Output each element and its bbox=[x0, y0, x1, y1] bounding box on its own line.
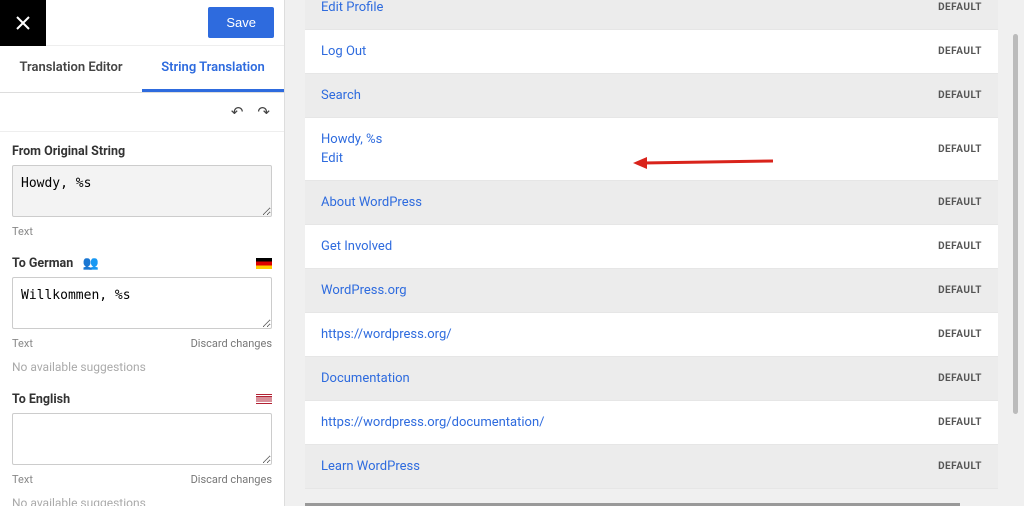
german-discard[interactable]: Discard changes bbox=[191, 337, 272, 350]
string-link[interactable]: WordPress.org bbox=[321, 283, 407, 298]
domain-badge: DEFAULT bbox=[938, 90, 982, 101]
collaborators-icon[interactable]: 👥 bbox=[82, 256, 98, 271]
vertical-scrollbar[interactable] bbox=[1013, 34, 1018, 414]
string-link[interactable]: Learn WordPress bbox=[321, 459, 420, 474]
string-row[interactable]: https://wordpress.org/documentation/DEFA… bbox=[305, 401, 998, 445]
string-link[interactable]: Howdy, %s bbox=[321, 132, 382, 147]
original-string-label: From Original String bbox=[12, 144, 125, 159]
string-link[interactable]: Edit Profile bbox=[321, 0, 383, 15]
string-link[interactable]: About WordPress bbox=[321, 195, 422, 210]
string-link[interactable]: https://wordpress.org/ bbox=[321, 327, 452, 342]
save-button[interactable]: Save bbox=[208, 7, 274, 38]
german-no-suggestions: No available suggestions bbox=[12, 360, 272, 374]
string-row[interactable]: Documentation DEFAULT bbox=[305, 357, 998, 401]
tab-string-translation[interactable]: String Translation bbox=[142, 46, 284, 92]
english-discard[interactable]: Discard changes bbox=[191, 473, 272, 486]
string-link[interactable]: Search bbox=[321, 88, 361, 103]
close-button[interactable] bbox=[0, 0, 46, 46]
redo-icon[interactable]: ↷ bbox=[257, 103, 270, 121]
string-row[interactable]: WordPress.org DEFAULT bbox=[305, 269, 998, 313]
domain-badge: DEFAULT bbox=[938, 144, 982, 155]
string-row[interactable]: https://wordpress.org/DEFAULT bbox=[305, 313, 998, 357]
string-row[interactable]: About WordPress DEFAULT bbox=[305, 181, 998, 225]
domain-badge: DEFAULT bbox=[938, 373, 982, 384]
german-label: To German bbox=[12, 256, 73, 271]
string-row[interactable]: Search DEFAULT bbox=[305, 74, 998, 118]
domain-badge: DEFAULT bbox=[938, 197, 982, 208]
english-translation-field[interactable] bbox=[12, 413, 272, 465]
original-string-field bbox=[12, 165, 272, 217]
english-no-suggestions: No available suggestions bbox=[12, 496, 272, 506]
undo-icon[interactable]: ↶ bbox=[231, 103, 244, 121]
flag-us-icon bbox=[256, 394, 272, 405]
string-row[interactable]: Howdy, %s Edit DEFAULT bbox=[305, 118, 998, 181]
edit-link[interactable]: Edit bbox=[321, 151, 382, 166]
domain-badge: DEFAULT bbox=[938, 46, 982, 57]
domain-badge: DEFAULT bbox=[938, 417, 982, 428]
english-label: To English bbox=[12, 392, 70, 407]
close-icon bbox=[15, 15, 31, 31]
domain-badge: DEFAULT bbox=[938, 461, 982, 472]
string-row[interactable]: Edit Profile DEFAULT bbox=[305, 0, 998, 30]
string-row[interactable]: Get Involved DEFAULT bbox=[305, 225, 998, 269]
string-link[interactable]: Documentation bbox=[321, 371, 410, 386]
domain-badge: DEFAULT bbox=[938, 2, 982, 13]
string-link[interactable]: https://wordpress.org/documentation/ bbox=[321, 415, 545, 430]
english-hint: Text bbox=[12, 473, 33, 486]
domain-badge: DEFAULT bbox=[938, 241, 982, 252]
string-row[interactable]: Learn WordPress DEFAULT bbox=[305, 445, 998, 489]
domain-badge: DEFAULT bbox=[938, 285, 982, 296]
string-link[interactable]: Get Involved bbox=[321, 239, 392, 254]
string-list: Edit Profile DEFAULT Log Out DEFAULT Search D… bbox=[285, 0, 1024, 506]
flag-de-icon bbox=[256, 258, 272, 269]
german-hint: Text bbox=[12, 337, 33, 350]
string-row[interactable]: Log Out DEFAULT bbox=[305, 30, 998, 74]
german-translation-field[interactable] bbox=[12, 277, 272, 329]
original-hint: Text bbox=[12, 225, 33, 238]
domain-badge: DEFAULT bbox=[938, 329, 982, 340]
tab-translation-editor[interactable]: Translation Editor bbox=[0, 46, 142, 92]
string-link[interactable]: Log Out bbox=[321, 44, 366, 59]
